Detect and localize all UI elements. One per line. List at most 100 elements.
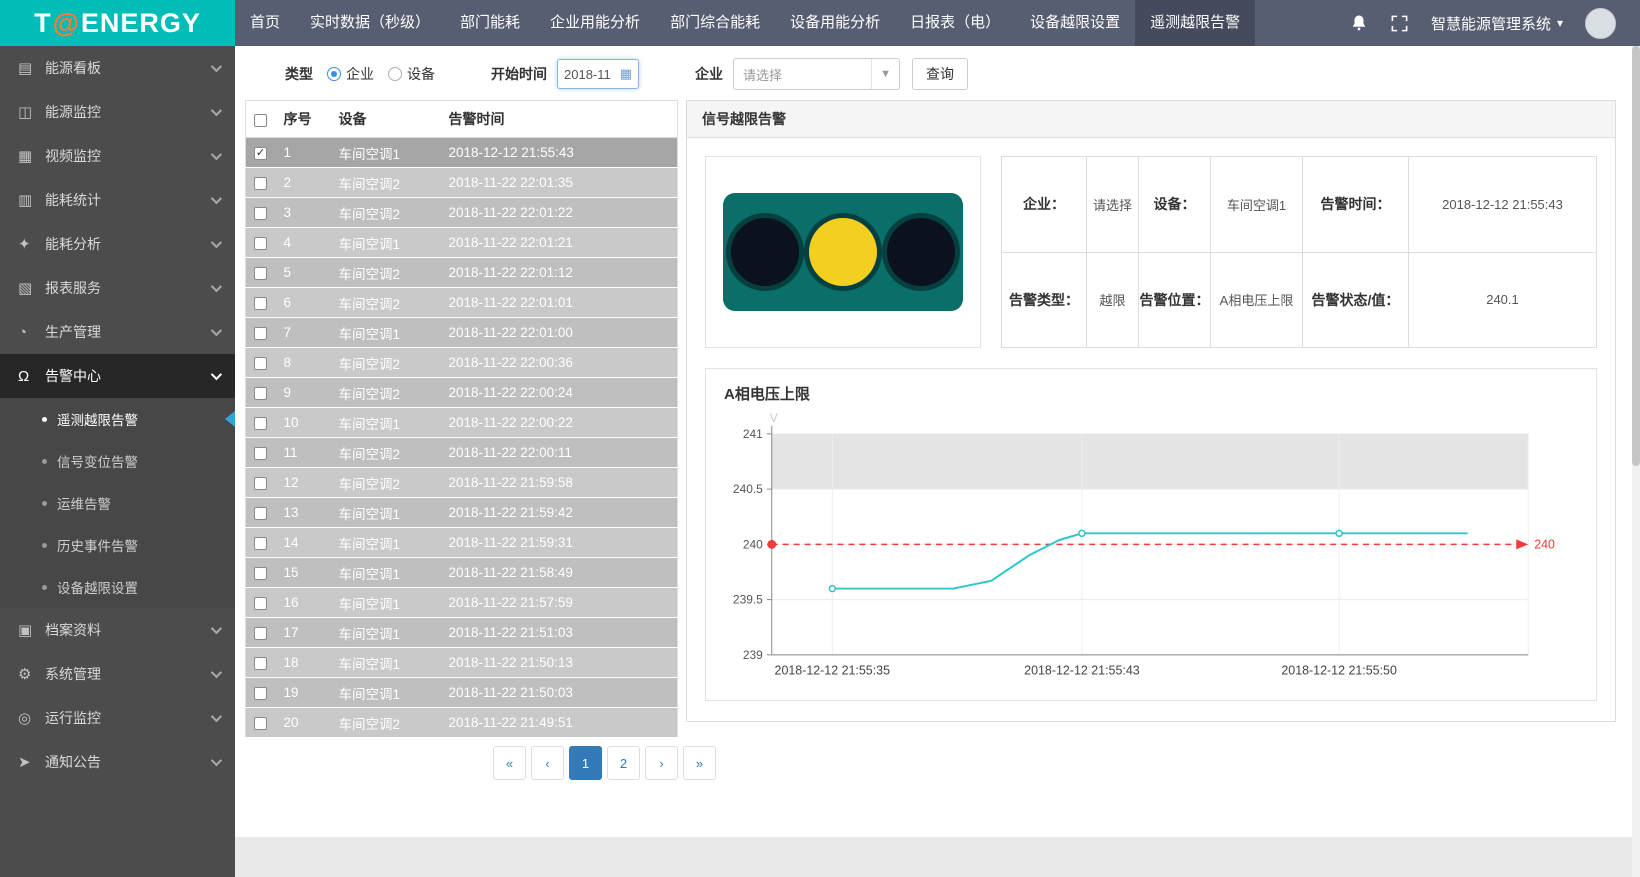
table-row[interactable]: 4车间空调12018-11-22 22:01:21 [246,228,678,258]
sidebar-item[interactable]: ⚙系统管理 [0,652,235,696]
sidebar-item[interactable]: ✦能耗分析 [0,222,235,266]
sidebar-item[interactable]: Ω告警中心 [0,354,235,398]
radio-checked-icon[interactable] [327,67,341,81]
sidebar-subitem[interactable]: 设备越限设置 [0,566,235,608]
select-all-checkbox[interactable] [254,114,267,127]
sidebar-item[interactable]: ▤能源看板 [0,46,235,90]
row-checkbox[interactable] [254,537,267,550]
top-nav-item[interactable]: 日报表（电） [895,0,1015,46]
row-checkbox[interactable] [254,357,267,370]
avatar[interactable] [1585,8,1616,39]
row-checkbox[interactable]: ✓ [254,147,267,160]
sidebar-item[interactable]: ▣档案资料 [0,608,235,652]
query-button[interactable]: 查询 [912,58,968,90]
notifications-bell-icon[interactable] [1350,13,1368,33]
table-row[interactable]: 6车间空调22018-11-22 22:01:01 [246,288,678,318]
vertical-scrollbar[interactable] [1632,46,1640,877]
top-nav-item[interactable]: 企业用能分析 [535,0,655,46]
sidebar-item[interactable]: ➤通知公告 [0,740,235,784]
company-select[interactable]: 请选择 ▼ [733,58,900,90]
page-button[interactable]: « [493,746,526,780]
table-row[interactable]: 20车间空调22018-11-22 21:49:51 [246,708,678,738]
scrollbar-thumb[interactable] [1632,46,1640,466]
radio-unchecked-icon[interactable] [388,67,402,81]
row-device: 车间空调2 [331,438,441,468]
row-checkbox[interactable] [254,507,267,520]
sidebar-item[interactable]: ▦视频监控 [0,134,235,178]
alarm-list: 序号 设备 告警时间 ✓1车间空调12018-12-12 21:55:432车间… [245,100,678,738]
row-checkbox[interactable] [254,387,267,400]
sidebar-item[interactable]: ▥能耗统计 [0,178,235,222]
page-button[interactable]: › [645,746,678,780]
row-checkbox[interactable] [254,717,267,730]
table-row[interactable]: 7车间空调12018-11-22 22:01:00 [246,318,678,348]
row-checkbox[interactable] [254,567,267,580]
page-button[interactable]: ‹ [531,746,564,780]
row-checkbox[interactable] [254,477,267,490]
row-index: 16 [276,588,331,618]
top-nav-item[interactable]: 首页 [235,0,295,46]
row-checkbox[interactable] [254,657,267,670]
sidebar-item[interactable]: ◔生产管理 [0,310,235,354]
row-checkbox[interactable] [254,597,267,610]
table-row[interactable]: 8车间空调22018-11-22 22:00:36 [246,348,678,378]
top-nav-item[interactable]: 实时数据（秒级） [295,0,445,46]
page-button[interactable]: 1 [569,746,602,780]
table-row[interactable]: 15车间空调12018-11-22 21:58:49 [246,558,678,588]
start-date-input[interactable]: 2018-11 ▦ [557,59,639,89]
page-button[interactable]: 2 [607,746,640,780]
table-row[interactable]: 2车间空调22018-11-22 22:01:35 [246,168,678,198]
table-row[interactable]: 13车间空调12018-11-22 21:59:42 [246,498,678,528]
table-row[interactable]: 16车间空调12018-11-22 21:57:59 [246,588,678,618]
table-row[interactable]: 5车间空调22018-11-22 22:01:12 [246,258,678,288]
panel-body: 企业： 请选择 设备： 车间空调1 告警时间： 2018-12-12 21:55… [687,138,1615,719]
table-row[interactable]: 18车间空调12018-11-22 21:50:13 [246,648,678,678]
row-checkbox[interactable] [254,417,267,430]
row-checkbox[interactable] [254,237,267,250]
row-index: 3 [276,198,331,228]
table-row[interactable]: 10车间空调12018-11-22 22:00:22 [246,408,678,438]
sidebar-item[interactable]: ◎运行监控 [0,696,235,740]
sidebar-submenu: 遥测越限告警信号变位告警运维告警历史事件告警设备越限设置 [0,398,235,608]
table-row[interactable]: 17车间空调12018-11-22 21:51:03 [246,618,678,648]
row-time: 2018-11-22 22:00:24 [441,378,678,408]
top-nav-item[interactable]: 部门能耗 [445,0,535,46]
report-icon: ▧ [18,279,45,297]
table-row[interactable]: ✓1车间空调12018-12-12 21:55:43 [246,138,678,168]
sidebar-item[interactable]: ▧报表服务 [0,266,235,310]
chevron-down-icon [211,755,222,766]
row-checkbox[interactable] [254,627,267,640]
table-row[interactable]: 11车间空调22018-11-22 22:00:11 [246,438,678,468]
row-index: 13 [276,498,331,528]
top-nav-item[interactable]: 遥测越限告警 [1135,0,1255,46]
top-nav-item[interactable]: 设备越限设置 [1015,0,1135,46]
calendar-icon[interactable]: ▦ [620,66,632,82]
row-checkbox[interactable] [254,267,267,280]
sidebar-subitem[interactable]: 遥测越限告警 [0,398,235,440]
row-checkbox[interactable] [254,447,267,460]
fullscreen-icon[interactable] [1390,14,1409,33]
sidebar-subitem[interactable]: 信号变位告警 [0,440,235,482]
top-nav-item[interactable]: 部门综合能耗 [655,0,775,46]
sidebar-item[interactable]: ◫能源监控 [0,90,235,134]
sidebar-subitem[interactable]: 历史事件告警 [0,524,235,566]
table-row[interactable]: 12车间空调22018-11-22 21:59:58 [246,468,678,498]
row-checkbox[interactable] [254,687,267,700]
table-row[interactable]: 14车间空调12018-11-22 21:59:31 [246,528,678,558]
row-checkbox[interactable] [254,327,267,340]
row-checkbox[interactable] [254,297,267,310]
row-checkbox[interactable] [254,177,267,190]
system-name-menu[interactable]: 智慧能源管理系统 ▾ [1431,13,1563,34]
page-button[interactable]: » [683,746,716,780]
device-value: 车间空调1 [1211,157,1303,253]
row-device: 车间空调2 [331,258,441,288]
row-checkbox[interactable] [254,207,267,220]
table-row[interactable]: 9车间空调22018-11-22 22:00:24 [246,378,678,408]
row-time: 2018-11-22 21:51:03 [441,618,678,648]
top-nav-item[interactable]: 设备用能分析 [775,0,895,46]
type-radio-company[interactable]: 企业 [327,64,374,84]
sidebar-subitem[interactable]: 运维告警 [0,482,235,524]
table-row[interactable]: 19车间空调12018-11-22 21:50:03 [246,678,678,708]
type-radio-device[interactable]: 设备 [388,64,435,84]
table-row[interactable]: 3车间空调22018-11-22 22:01:22 [246,198,678,228]
